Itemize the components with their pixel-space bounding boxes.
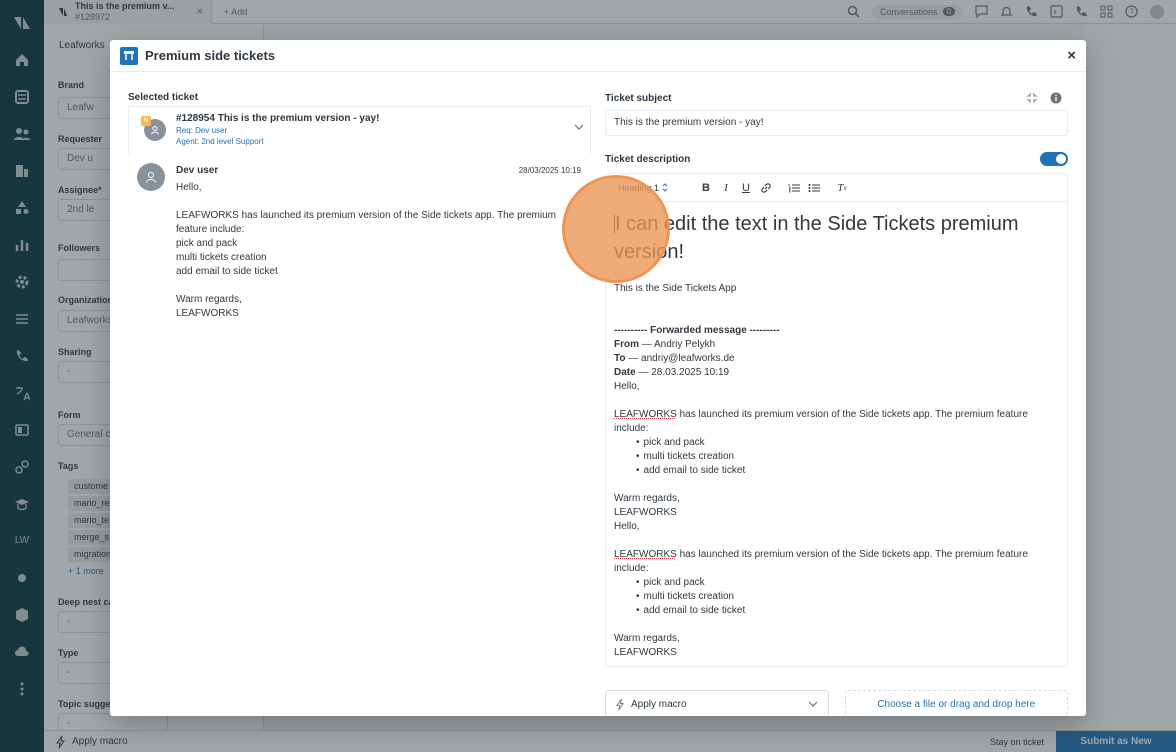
underline-button[interactable]: U xyxy=(736,178,756,198)
bold-button[interactable]: B xyxy=(696,178,716,198)
chevron-down-icon xyxy=(574,124,584,130)
editor-paragraph-2: LEAFWORKS has launched its premium versi… xyxy=(614,548,1059,576)
description-header: Ticket description xyxy=(605,152,1068,166)
ticket-description-label: Ticket description xyxy=(605,153,691,165)
message-item: multi tickets creation xyxy=(176,252,267,263)
new-ticket-column: Ticket subject This is the premium versi… xyxy=(605,92,1068,667)
editor-hi: Hi, xyxy=(614,268,1059,282)
list-item: add email to side ticket xyxy=(636,604,1059,618)
editor-paragraph-rest: has launched its premium version of the … xyxy=(614,549,1028,574)
selected-ticket-label: Selected ticket xyxy=(128,92,199,103)
editor-intro: This is the Side Tickets App xyxy=(614,283,737,294)
from-label: From xyxy=(614,339,639,350)
message-timestamp: 28/03/2025 10:19 xyxy=(518,166,581,175)
new-status-badge: N xyxy=(141,116,151,126)
date-value: — 28.03.2025 10:19 xyxy=(638,367,730,378)
sender-avatar xyxy=(137,163,165,191)
feature-list-2: pick and pack multi tickets creation add… xyxy=(614,576,1059,618)
date-label: Date xyxy=(614,367,636,378)
message-sender: Dev user xyxy=(176,165,219,176)
description-editor[interactable]: Heading 1 B I U Tx I can edit the text i… xyxy=(605,173,1068,667)
message-item: add email to side ticket xyxy=(176,266,278,277)
editor-heading: I can edit the text in the Side Tickets … xyxy=(614,210,1059,266)
date-line: Date — 28.03.2025 10:19 xyxy=(614,366,1059,380)
clear-formatting-icon[interactable]: Tx xyxy=(832,178,852,198)
selected-ticket-dropdown[interactable]: N #128954 This is the premium version - … xyxy=(128,106,591,154)
list-item: pick and pack xyxy=(636,576,1059,590)
premium-side-tickets-modal: Premium side tickets × Selected ticket N… xyxy=(110,40,1086,716)
apply-macro-select[interactable]: Apply macro xyxy=(605,690,829,716)
modal-header: Premium side tickets × xyxy=(110,40,1086,72)
rich-text-toggle[interactable] xyxy=(1040,152,1068,166)
lightning-icon xyxy=(616,698,625,710)
selected-ticket-requester: Req: Dev user xyxy=(176,126,228,135)
brand-word: LEAFWORKS xyxy=(614,549,677,560)
selected-ticket-title: #128954 This is the premium version - ya… xyxy=(176,113,380,124)
ordered-list-icon[interactable] xyxy=(784,178,804,198)
ticket-subject-label: Ticket subject xyxy=(605,92,672,104)
editor-paragraph-rest: has launched its premium version of the … xyxy=(614,409,1028,434)
file-upload-dropzone[interactable]: Choose a file or drag and drop here xyxy=(844,690,1068,716)
message-closing: Warm regards, xyxy=(176,294,242,305)
from-value: — Andriy Pelykh xyxy=(641,339,716,350)
message-greeting: Hello, xyxy=(176,182,202,193)
chevron-down-icon xyxy=(808,701,818,707)
editor-signature: LEAFWORKS xyxy=(614,507,677,518)
collapse-icon[interactable] xyxy=(1026,92,1038,104)
feature-list: pick and pack multi tickets creation add… xyxy=(614,436,1059,478)
to-line: To — andriy@leafworks.de xyxy=(614,352,1059,366)
editor-content[interactable]: I can edit the text in the Side Tickets … xyxy=(606,202,1067,660)
list-item: multi tickets creation xyxy=(636,590,1059,604)
forwarded-line: ---------- Forwarded message --------- xyxy=(614,325,780,336)
info-icon[interactable] xyxy=(1050,92,1062,104)
close-icon[interactable]: × xyxy=(1067,47,1076,64)
ticket-subject-input[interactable]: This is the premium version - yay! xyxy=(605,110,1068,136)
to-label: To xyxy=(614,353,626,364)
editor-toolbar: Heading 1 B I U Tx xyxy=(606,174,1067,202)
italic-button[interactable]: I xyxy=(716,178,736,198)
brand-word: LEAFWORKS xyxy=(614,409,677,420)
editor-hello: Hello, xyxy=(614,381,640,392)
modal-footer: Apply macro Choose a file or drag and dr… xyxy=(605,690,1068,716)
bullet-list-icon[interactable] xyxy=(804,178,824,198)
list-item: pick and pack xyxy=(636,436,1059,450)
message-paragraph: LEAFWORKS has launched its premium versi… xyxy=(176,210,556,235)
list-item: add email to side ticket xyxy=(636,464,1059,478)
message-signature: LEAFWORKS xyxy=(176,308,239,319)
to-value: — andriy@leafworks.de xyxy=(628,353,735,364)
selected-ticket-column: Selected ticket N #128954 This is the pr… xyxy=(128,92,591,319)
editor-signature-2: LEAFWORKS xyxy=(614,647,677,658)
from-line: From — Andriy Pelykh xyxy=(614,338,1059,352)
editor-hello-2: Hello, xyxy=(614,521,640,532)
selected-ticket-agent: Agent: 2nd level Support xyxy=(176,137,264,146)
subject-header: Ticket subject xyxy=(605,92,1068,104)
editor-closing-2: Warm regards, xyxy=(614,633,680,644)
message-item: pick and pack xyxy=(176,238,238,249)
editor-closing: Warm regards, xyxy=(614,493,680,504)
click-highlight-indicator xyxy=(562,175,670,283)
modal-title: Premium side tickets xyxy=(145,48,276,63)
forwarded-header: ---------- Forwarded message --------- xyxy=(614,324,1059,338)
link-icon[interactable] xyxy=(756,178,776,198)
editor-heading-text: I can edit the text in the Side Tickets … xyxy=(614,213,1019,263)
editor-paragraph: LEAFWORKS has launched its premium versi… xyxy=(614,408,1059,436)
side-tickets-app-icon xyxy=(120,46,138,65)
message-body: Hello, LEAFWORKS has launched its premiu… xyxy=(176,181,576,321)
apply-macro-select-label: Apply macro xyxy=(631,698,687,710)
list-item: multi tickets creation xyxy=(636,450,1059,464)
